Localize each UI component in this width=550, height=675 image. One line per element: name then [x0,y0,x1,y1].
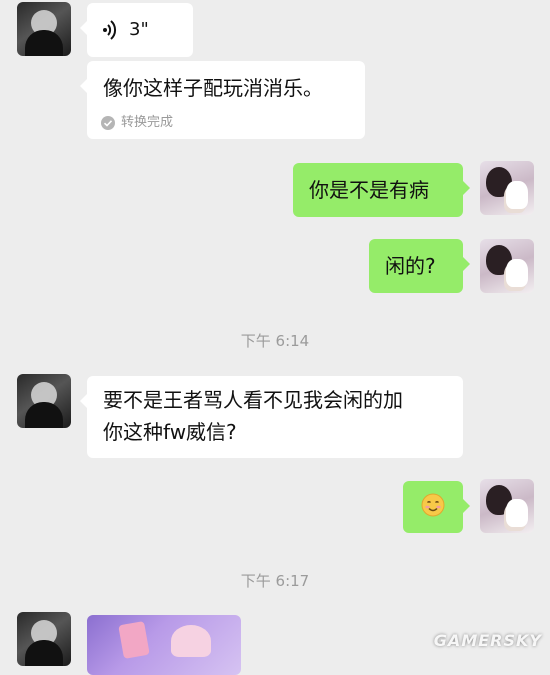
smiling-face-emoji-icon [421,493,445,517]
check-circle-icon [101,116,115,130]
message-bubble-incoming[interactable]: 要不是王者骂人看不见我会闲的加 你这种fw威信? [80,376,463,458]
image-content [171,625,211,657]
voice-to-text-bubble[interactable]: 像你这样子配玩消消乐。 转换完成 [80,61,365,139]
message-bubble-outgoing[interactable]: 闲的? [369,239,470,293]
avatar-self[interactable] [480,161,534,215]
chat-window: 3" 像你这样子配玩消消乐。 转换完成 你是不是有病 闲的? 下午 6:14 要… [0,0,550,675]
message-text: 你是不是有病 [309,178,429,202]
avatar-contact[interactable] [17,2,71,56]
convert-status-text: 转换完成 [121,115,174,130]
watermark: GAMERSKY [433,631,542,650]
voice-duration: 3" [129,19,149,40]
timestamp: 下午 6:17 [240,572,310,590]
message-bubble-outgoing-emoji[interactable] [403,481,470,533]
image-message[interactable] [87,615,241,675]
voice-message[interactable]: 3" [87,3,193,57]
avatar-self[interactable] [480,479,534,533]
message-bubble-outgoing[interactable]: 你是不是有病 [293,163,470,217]
voice-to-text-content: 像你这样子配玩消消乐。 [103,76,323,100]
avatar-contact[interactable] [17,612,71,666]
voice-message-bubble[interactable]: 3" [80,3,193,57]
message-text: 要不是王者骂人看不见我会闲的加 你这种fw威信? [103,388,403,444]
image-content [118,621,150,659]
timestamp: 下午 6:14 [240,332,310,350]
convert-status: 转换完成 [101,115,173,131]
avatar-contact[interactable] [17,374,71,428]
message-text: 闲的? [385,254,436,278]
avatar-self[interactable] [480,239,534,293]
voice-wave-icon [103,20,117,40]
